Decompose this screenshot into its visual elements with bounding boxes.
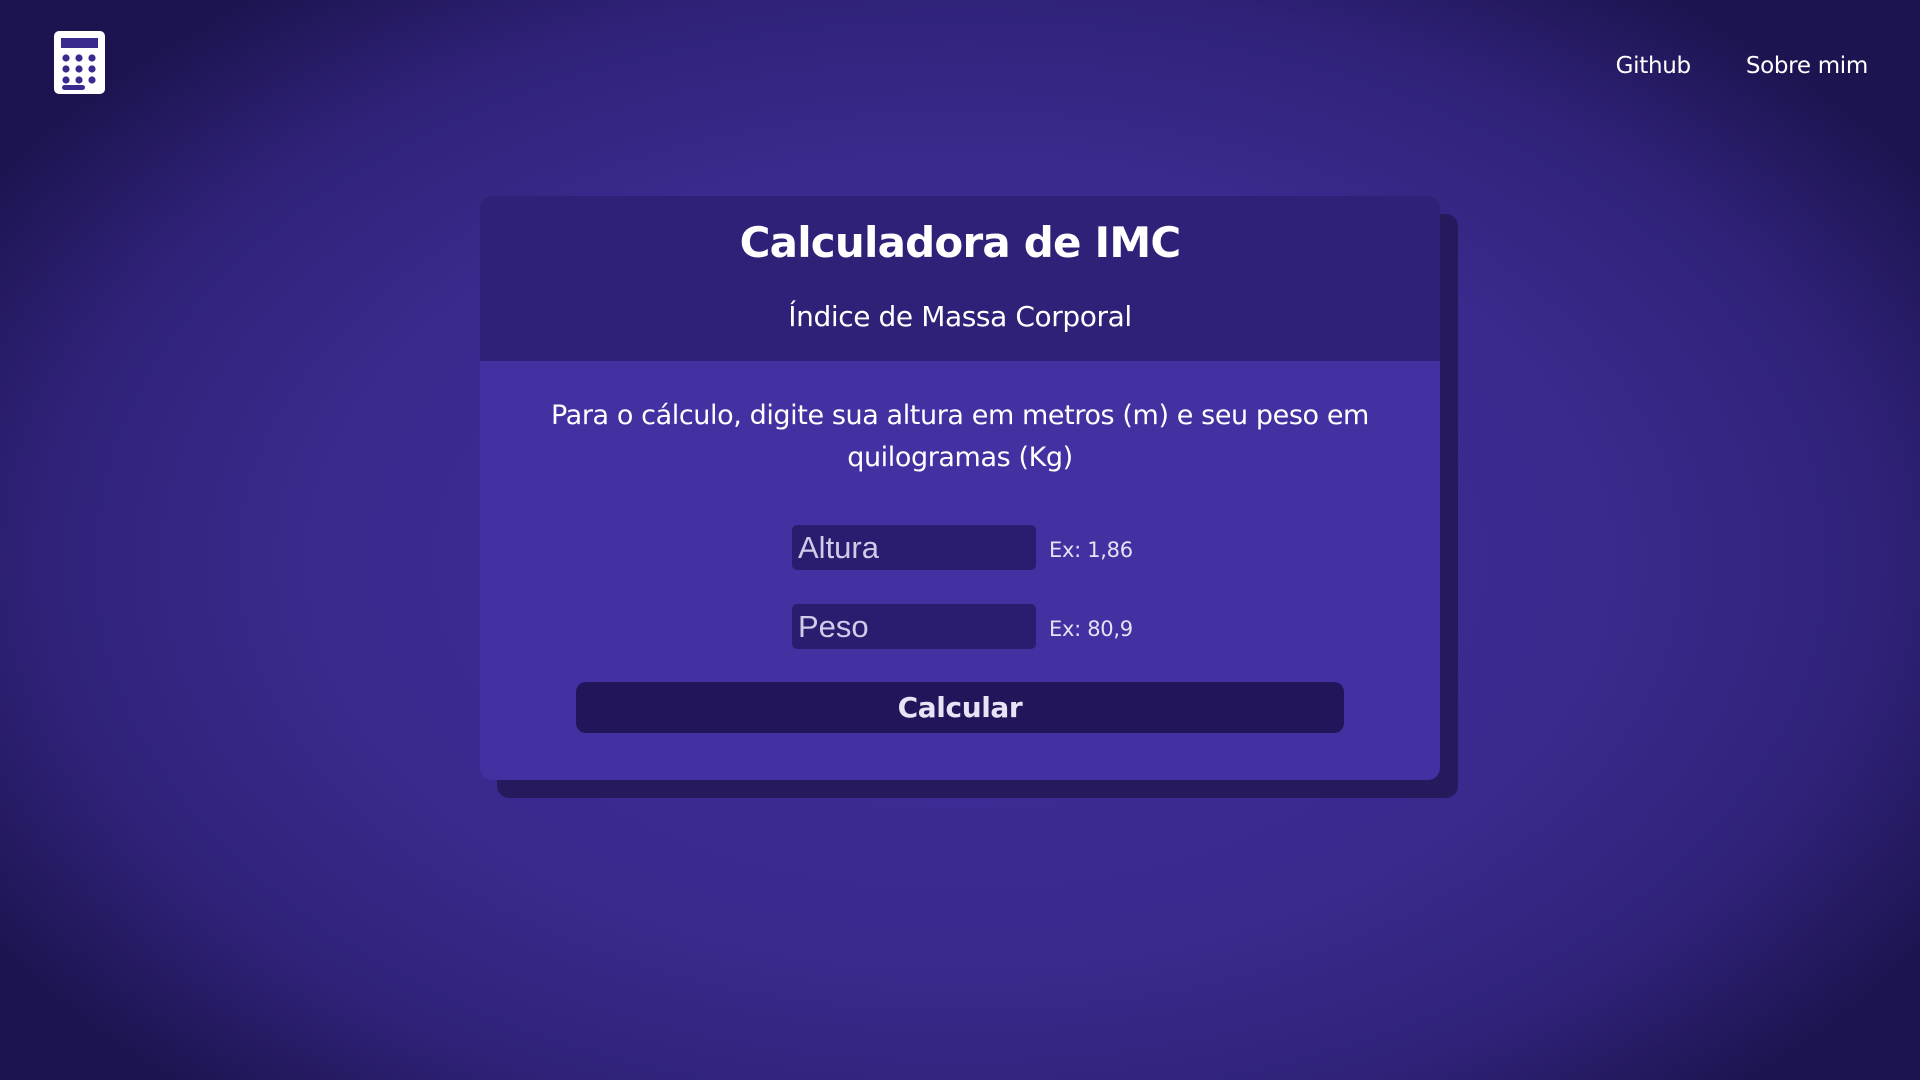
- card-header: Calculadora de IMC Índice de Massa Corpo…: [480, 196, 1440, 361]
- weight-field-row: Ex: 80,9: [792, 604, 1133, 649]
- height-hint: Ex: 1,86: [1049, 537, 1133, 562]
- page-title: Calculadora de IMC: [739, 218, 1182, 267]
- height-field-row: Ex: 1,86: [792, 525, 1133, 570]
- imc-calculator-card: Calculadora de IMC Índice de Massa Corpo…: [480, 196, 1440, 780]
- weight-input[interactable]: [792, 604, 1036, 649]
- instructions-text: Para o cálculo, digite sua altura em met…: [551, 400, 1369, 473]
- page-subtitle: Índice de Massa Corporal: [788, 300, 1132, 333]
- calculate-button[interactable]: Calcular: [576, 682, 1344, 733]
- nav-link-github[interactable]: Github: [1616, 50, 1691, 82]
- height-input[interactable]: [792, 525, 1036, 570]
- top-nav: Github Sobre mim: [1616, 50, 1869, 82]
- card-body: Para o cálculo, digite sua altura em met…: [480, 361, 1440, 479]
- nav-link-sobre-mim[interactable]: Sobre mim: [1746, 50, 1868, 82]
- calculator-icon[interactable]: [54, 31, 105, 94]
- weight-hint: Ex: 80,9: [1049, 616, 1133, 641]
